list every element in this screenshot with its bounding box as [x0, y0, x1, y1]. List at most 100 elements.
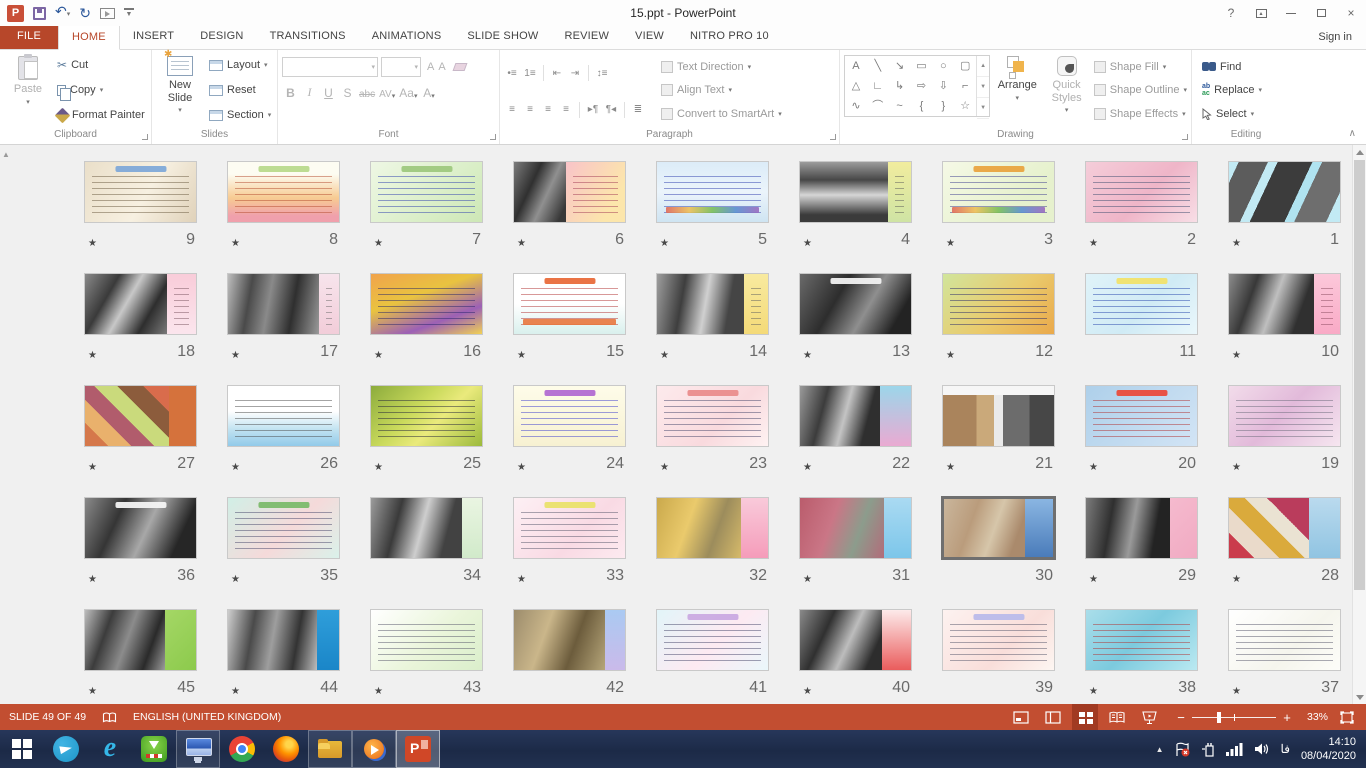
line-shape[interactable]: ╲ — [874, 61, 881, 72]
tab-design[interactable]: DESIGN — [187, 25, 256, 49]
slide-thumbnail-11[interactable] — [1085, 273, 1198, 335]
slide-thumbnail-39[interactable] — [942, 609, 1055, 671]
slide-sorter-view-button[interactable] — [1072, 704, 1098, 730]
arrange-button[interactable]: Arrange▾ — [995, 53, 1039, 128]
curve-shape[interactable]: ~ — [896, 101, 902, 112]
columns-button[interactable]: ≣ — [630, 101, 646, 119]
slide-thumbnail-9[interactable] — [84, 161, 197, 223]
scroll-up-arrow[interactable] — [1353, 145, 1366, 159]
normal-view-button[interactable] — [1040, 704, 1066, 730]
tab-insert[interactable]: INSERT — [120, 25, 187, 49]
align-left-button[interactable]: ≡ — [504, 101, 520, 119]
font-size-combo[interactable]: ▾ — [381, 57, 421, 77]
scrollbar-thumb[interactable] — [1354, 160, 1365, 590]
increase-font-size-button[interactable]: A — [427, 61, 434, 73]
slide-thumbnail-5[interactable] — [656, 161, 769, 223]
slide-thumbnail-14[interactable] — [656, 273, 769, 335]
increase-indent-button[interactable]: ⇥ — [567, 64, 583, 82]
powerpoint-logo-icon[interactable]: P — [7, 5, 24, 22]
tab-file[interactable]: FILE — [0, 25, 58, 49]
zoom-level[interactable]: 33% — [1298, 711, 1328, 723]
shapes-more[interactable]: ▼ — [977, 98, 989, 119]
underline-button[interactable]: U — [320, 81, 337, 100]
taskbar-firefox[interactable] — [264, 730, 308, 768]
slide-thumbnail-42[interactable] — [513, 609, 626, 671]
tab-animations[interactable]: ANIMATIONS — [359, 25, 455, 49]
slide-thumbnail-18[interactable] — [84, 273, 197, 335]
vertical-scrollbar[interactable] — [1352, 145, 1366, 704]
paste-button[interactable]: Paste▾ — [4, 53, 52, 128]
zoom-slider[interactable] — [1192, 710, 1276, 724]
spell-check-icon[interactable] — [102, 704, 117, 730]
tab-transitions[interactable]: TRANSITIONS — [257, 25, 359, 49]
arrow-shape[interactable]: ↘ — [895, 61, 904, 72]
slide-thumbnail-10[interactable] — [1228, 273, 1341, 335]
tab-home[interactable]: HOME — [58, 25, 120, 50]
decrease-font-size-button[interactable]: A — [438, 61, 445, 73]
action-center-icon[interactable] — [1175, 742, 1190, 757]
outline-scroll-up-arrow[interactable]: ▲ — [2, 150, 10, 159]
language-indicator[interactable]: فا — [1281, 742, 1290, 756]
minimize-button[interactable] — [1276, 1, 1306, 25]
slide-thumbnail-6[interactable] — [513, 161, 626, 223]
triangle-shape[interactable]: △ — [852, 81, 860, 92]
collapse-ribbon-button[interactable]: ∧ — [1349, 128, 1356, 139]
scroll-down-arrow[interactable] — [1353, 690, 1366, 704]
character-spacing-button[interactable]: AV▾ — [378, 81, 396, 100]
sign-in-link[interactable]: Sign in — [1318, 26, 1366, 49]
zoom-in-button[interactable]: + — [1282, 710, 1292, 725]
taskbar-remote-desktop[interactable] — [176, 730, 220, 768]
font-dialog-launcher[interactable] — [490, 134, 496, 140]
taskbar-chrome[interactable] — [220, 730, 264, 768]
left-brace-shape[interactable]: { — [920, 101, 924, 112]
align-text-button[interactable]: Align Text▾ — [661, 81, 782, 99]
slide-thumbnail-1[interactable] — [1228, 161, 1341, 223]
slide-thumbnail-38[interactable] — [1085, 609, 1198, 671]
cut-button[interactable]: ✂Cut — [57, 56, 145, 74]
slide-thumbnail-13[interactable] — [799, 273, 912, 335]
slide-thumbnail-26[interactable] — [227, 385, 340, 447]
taskbar-idm[interactable] — [132, 730, 176, 768]
undo-icon[interactable]: ↶▾ — [55, 4, 70, 22]
reading-view-button[interactable] — [1104, 704, 1130, 730]
elbow-arrow-connector-shape[interactable]: ↳ — [895, 81, 904, 92]
language-label[interactable]: ENGLISH (UNITED KINGDOM) — [133, 711, 281, 723]
taskbar-powerpoint[interactable] — [396, 730, 440, 768]
slide-show-button[interactable] — [1136, 704, 1162, 730]
repeat-icon[interactable]: ↻ — [79, 6, 91, 20]
slide-thumbnail-29[interactable] — [1085, 497, 1198, 559]
shape-outline-button[interactable]: Shape Outline▾ — [1094, 81, 1187, 99]
restore-button[interactable] — [1306, 1, 1336, 25]
zoom-out-button[interactable]: − — [1176, 710, 1186, 725]
slide-thumbnail-34[interactable] — [370, 497, 483, 559]
volume-icon[interactable] — [1254, 742, 1270, 756]
save-icon[interactable] — [33, 7, 46, 20]
customize-quick-access-icon[interactable]: ▼ — [124, 8, 134, 18]
slide-thumbnail-7[interactable] — [370, 161, 483, 223]
slide-thumbnail-12[interactable] — [942, 273, 1055, 335]
slide-thumbnail-45[interactable] — [84, 609, 197, 671]
close-button[interactable]: × — [1336, 1, 1366, 25]
rectangle-shape[interactable]: ▭ — [916, 61, 926, 72]
elbow-connector-shape[interactable]: ∟ — [872, 81, 883, 92]
down-arrow-shape[interactable]: ⇩ — [939, 81, 948, 92]
slide-thumbnail-3[interactable] — [942, 161, 1055, 223]
right-to-left-button[interactable]: ¶◂ — [603, 101, 619, 119]
taskbar-media-player[interactable] — [352, 730, 396, 768]
slide-thumbnail-15[interactable] — [513, 273, 626, 335]
right-brace-shape[interactable]: } — [941, 101, 945, 112]
slide-thumbnail-33[interactable] — [513, 497, 626, 559]
oval-shape[interactable]: ○ — [940, 61, 947, 72]
align-right-button[interactable]: ≡ — [540, 101, 556, 119]
layout-button[interactable]: Layout▾ — [209, 56, 271, 74]
shapes-scroll-up[interactable]: ▲ — [977, 56, 989, 77]
slide-thumbnail-23[interactable] — [656, 385, 769, 447]
drawing-dialog-launcher[interactable] — [1182, 134, 1188, 140]
tab-review[interactable]: REVIEW — [551, 25, 622, 49]
taskbar-internet-explorer[interactable] — [88, 730, 132, 768]
new-slide-button[interactable]: New Slide▾ — [156, 53, 204, 128]
slide-thumbnail-24[interactable] — [513, 385, 626, 447]
copy-button[interactable]: Copy▾ — [57, 81, 145, 99]
start-from-beginning-icon[interactable] — [100, 8, 115, 19]
arc-shape[interactable]: ⌒ — [872, 101, 883, 112]
